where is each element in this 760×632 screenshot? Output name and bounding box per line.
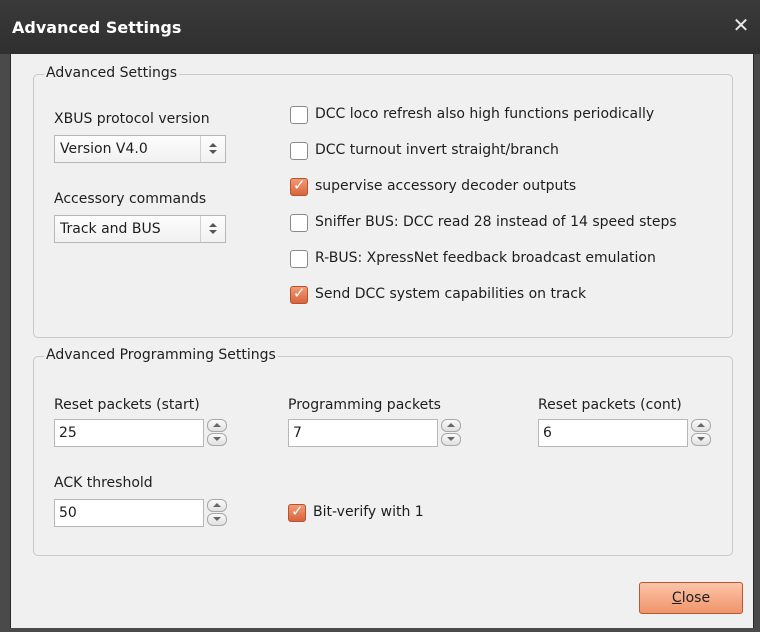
increment-button[interactable]: [207, 419, 227, 432]
increment-button[interactable]: [441, 419, 461, 432]
increment-button[interactable]: [691, 419, 711, 432]
decrement-button[interactable]: [441, 433, 461, 446]
checkbox-unchecked-icon[interactable]: [290, 142, 308, 160]
prog-packets-label: Programming packets: [288, 397, 441, 413]
checkbox-label: supervise accessory decoder outputs: [315, 178, 577, 194]
reset-start-input[interactable]: 25: [54, 419, 204, 447]
checkbox-checked-icon[interactable]: ✓: [290, 176, 308, 196]
checkbox-label: Sniffer BUS: DCC read 28 instead of 14 s…: [315, 214, 677, 230]
close-label: lose: [681, 590, 711, 606]
decrement-button[interactable]: [207, 433, 227, 446]
xbus-version-value: Version V4.0: [60, 141, 148, 157]
advanced-settings-group: Advanced Settings XBUS protocol version …: [33, 65, 733, 338]
bit-verify-label: Bit-verify with 1: [313, 504, 424, 520]
checkbox-label: DCC turnout invert straight/branch: [315, 142, 559, 158]
window-title: Advanced Settings: [12, 18, 182, 37]
increment-button[interactable]: [207, 499, 227, 512]
group-title-programming: Advanced Programming Settings: [44, 347, 278, 363]
prog-packets-input[interactable]: 7: [288, 419, 438, 447]
group-title-advanced: Advanced Settings: [44, 65, 180, 81]
programming-settings-group: Advanced Programming Settings Reset pack…: [33, 347, 733, 556]
dialog-window: Advanced Settings ✕ Advanced Settings XB…: [0, 0, 760, 632]
dialog-body: Advanced Settings XBUS protocol version …: [10, 54, 754, 628]
title-bar[interactable]: Advanced Settings ✕: [0, 0, 760, 54]
xbus-label: XBUS protocol version: [54, 111, 210, 127]
ack-threshold-label: ACK threshold: [54, 475, 153, 491]
close-mnemonic: C: [671, 590, 682, 606]
xbus-version-select[interactable]: Version V4.0: [54, 135, 226, 163]
decrement-button[interactable]: [691, 433, 711, 446]
select-arrows-icon[interactable]: [200, 216, 225, 242]
ack-threshold-input[interactable]: 50: [54, 499, 204, 527]
checkbox-unchecked-icon[interactable]: [290, 214, 308, 232]
checkbox-checked-icon[interactable]: ✓: [288, 502, 306, 522]
reset-cont-input[interactable]: 6: [538, 419, 688, 447]
accessory-commands-select[interactable]: Track and BUS: [54, 215, 226, 243]
decrement-button[interactable]: [207, 513, 227, 526]
reset-start-label: Reset packets (start): [54, 397, 200, 413]
checkbox-unchecked-icon[interactable]: [290, 250, 308, 268]
close-button[interactable]: Close: [639, 582, 743, 614]
accessory-commands-value: Track and BUS: [60, 221, 161, 237]
checkbox-label: Send DCC system capabilities on track: [315, 286, 587, 302]
checkbox-label: R-BUS: XpressNet feedback broadcast emul…: [315, 250, 656, 266]
checkbox-unchecked-icon[interactable]: [290, 106, 308, 124]
select-arrows-icon[interactable]: [200, 136, 225, 162]
checkbox-label: DCC loco refresh also high functions per…: [315, 106, 655, 122]
accessory-label: Accessory commands: [54, 191, 207, 207]
checkbox-checked-icon[interactable]: ✓: [290, 284, 308, 304]
reset-cont-label: Reset packets (cont): [538, 397, 682, 413]
close-icon[interactable]: ✕: [730, 14, 752, 36]
